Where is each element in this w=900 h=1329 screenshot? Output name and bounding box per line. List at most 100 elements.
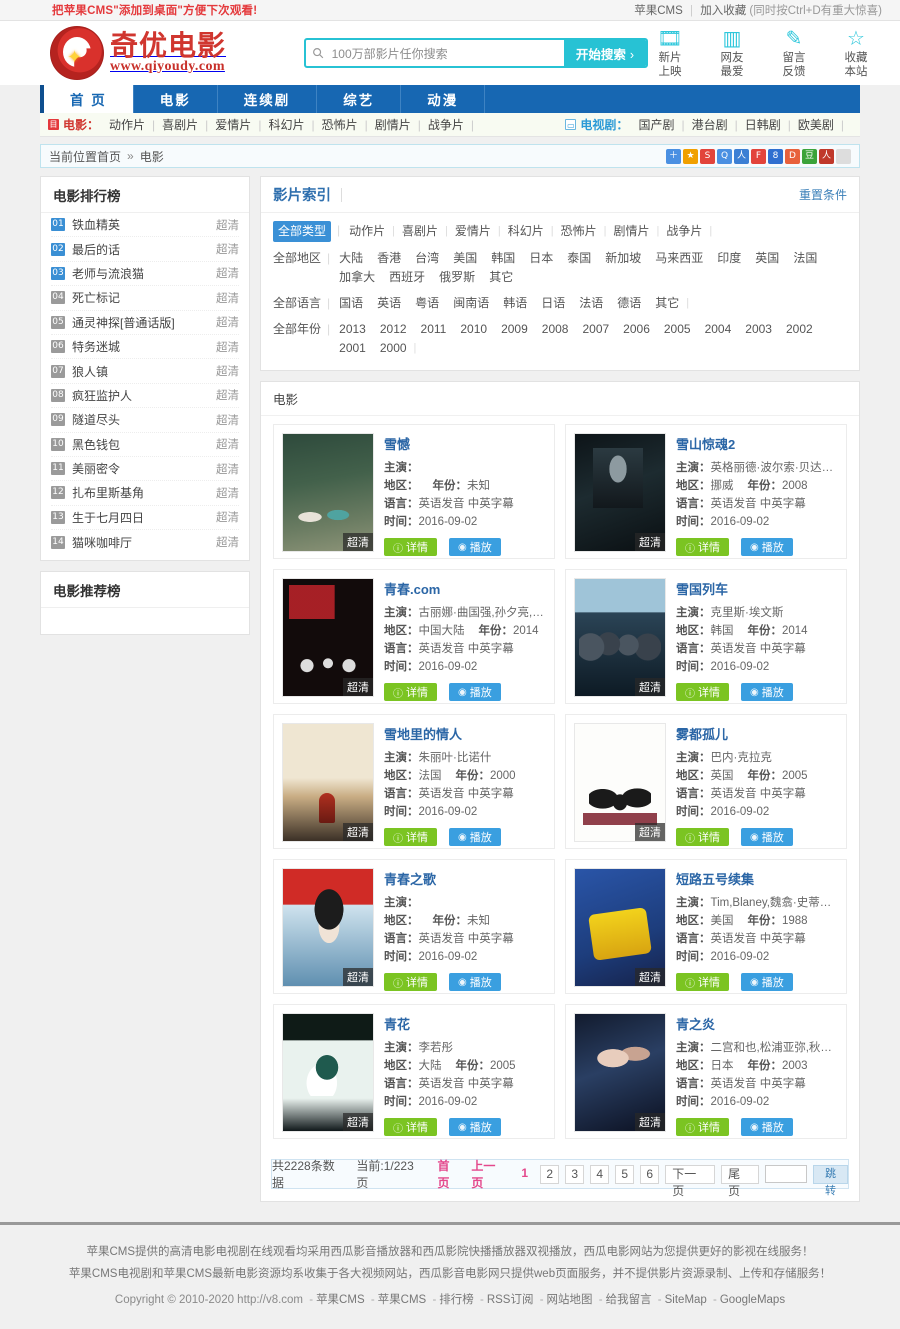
movie-poster[interactable]: 超清 [282, 1013, 374, 1132]
footer-link-googlemaps[interactable]: GoogleMaps [720, 1294, 785, 1306]
filter-year-2001[interactable]: 2001 [332, 339, 373, 358]
rank-item-title[interactable]: 隧道尽头 [72, 411, 120, 428]
breadcrumb-current[interactable]: 电影 [140, 148, 164, 165]
filter-year-2007[interactable]: 2007 [575, 320, 616, 339]
rank-item-title[interactable]: 疯狂监护人 [72, 387, 132, 404]
pagination-jump-input[interactable] [765, 1165, 808, 1183]
brand-link[interactable]: 苹果CMS [634, 5, 683, 17]
rank-item-title[interactable]: 扎布里斯基角 [72, 484, 144, 501]
subnav-movie-action[interactable]: 动作片 [102, 116, 152, 133]
rank-item[interactable]: 10 黑色钱包 超清 [51, 433, 239, 457]
footer-link-rank[interactable]: 排行榜 [439, 1294, 474, 1306]
filter-year-2006[interactable]: 2006 [616, 320, 657, 339]
rank-item-title[interactable]: 特务迷城 [72, 338, 120, 355]
filter-year-2012[interactable]: 2012 [373, 320, 414, 339]
rank-item-title[interactable]: 最后的话 [72, 241, 120, 258]
movie-title[interactable]: 雾都孤儿 [676, 724, 838, 743]
share-renren-icon[interactable]: 人 [734, 148, 749, 164]
movie-title[interactable]: 雪山惊魂2 [676, 434, 838, 453]
detail-button[interactable]: ⓘ 详情 [384, 973, 437, 991]
nav-item-movie[interactable]: 电影 [134, 85, 218, 113]
rank-item[interactable]: 05 通灵神探[普通话版] 超清 [51, 311, 239, 335]
nav-item-series[interactable]: 连续剧 [218, 85, 318, 113]
detail-button[interactable]: ⓘ 详情 [384, 828, 437, 846]
subnav-tv-hktw[interactable]: 港台剧 [685, 116, 735, 133]
movie-poster[interactable]: 超清 [282, 723, 374, 842]
filter-lang-other[interactable]: 其它 [648, 294, 686, 313]
filter-lang-korean[interactable]: 韩语 [496, 294, 534, 313]
pagination-page-2[interactable]: 2 [540, 1164, 560, 1184]
subnav-tv-mainland[interactable]: 国产剧 [631, 116, 681, 133]
movie-card-inner[interactable]: 超清 青之炎 主演：二宫和也,松浦亚弥,秋吉久... 地区：日本 年份：2003 … [565, 1004, 847, 1139]
rank-item[interactable]: 07 狼人镇 超清 [51, 359, 239, 384]
shortcut-feedback[interactable]: ✎ 留言 反馈 [772, 27, 816, 80]
movie-title[interactable]: 青之炎 [676, 1014, 838, 1033]
footer-link-message[interactable]: 给我留言 [606, 1294, 652, 1306]
filter-lang-german[interactable]: 德语 [610, 294, 648, 313]
rank-item-title[interactable]: 通灵神探[普通话版] [72, 314, 175, 331]
movie-poster[interactable]: 超清 [282, 433, 374, 552]
pagination-next[interactable]: 下一页 [665, 1164, 716, 1198]
subnav-movie-horror[interactable]: 恐怖片 [315, 116, 365, 133]
share-sina-icon[interactable]: S [700, 148, 715, 164]
filter-year-2005[interactable]: 2005 [657, 320, 698, 339]
filter-year-2000[interactable]: 2000 [373, 339, 414, 358]
filter-area-spain[interactable]: 西班牙 [382, 268, 432, 287]
share-more-icon[interactable]: 豆 [802, 148, 817, 164]
movie-poster[interactable]: 超清 [574, 433, 666, 552]
subnav-tv-western[interactable]: 欧美剧 [791, 116, 841, 133]
movie-card-inner[interactable]: 超清 雪地里的情人 主演：朱丽叶·比诺什 地区：法国 年份：2000 语言：英语发… [273, 714, 555, 849]
movie-title[interactable]: 青春之歌 [384, 869, 546, 888]
footer-link-sitemap-cn[interactable]: 网站地图 [547, 1294, 593, 1306]
subnav-movie-comedy[interactable]: 喜剧片 [155, 116, 205, 133]
rank-item[interactable]: 03 老师与流浪猫 超清 [51, 262, 239, 287]
movie-poster[interactable]: 超清 [282, 868, 374, 987]
footer-link-cms1[interactable]: 苹果CMS [316, 1294, 365, 1306]
filter-key-year[interactable]: 全部年份 [273, 320, 321, 358]
movie-poster[interactable]: 超清 [574, 578, 666, 697]
detail-button[interactable]: ⓘ 详情 [384, 538, 437, 556]
subnav-movie-romance[interactable]: 爱情片 [208, 116, 258, 133]
play-button[interactable]: ◉ 播放 [741, 828, 793, 846]
pagination-page-4[interactable]: 4 [590, 1164, 610, 1184]
filter-lang-english[interactable]: 英语 [370, 294, 408, 313]
filter-lang-cantonese[interactable]: 粤语 [408, 294, 446, 313]
pagination-prev[interactable]: 上一页 [469, 1157, 509, 1191]
play-button[interactable]: ◉ 播放 [449, 538, 501, 556]
filter-area-canada[interactable]: 加拿大 [332, 268, 382, 287]
subnav-movie-war[interactable]: 战争片 [421, 116, 471, 133]
filter-type-action[interactable]: 动作片 [342, 222, 392, 241]
breadcrumb-home[interactable]: 首页 [97, 148, 121, 165]
play-button[interactable]: ◉ 播放 [741, 683, 793, 701]
filter-type-horror[interactable]: 恐怖片 [554, 222, 604, 241]
filter-year-2011[interactable]: 2011 [414, 320, 454, 339]
pagination-page-5[interactable]: 5 [615, 1164, 635, 1184]
rank-item-title[interactable]: 猫咪咖啡厅 [72, 534, 132, 551]
filter-key-language[interactable]: 全部语言 [273, 294, 321, 313]
movie-title[interactable]: 雪国列车 [676, 579, 838, 598]
rank-item-title[interactable]: 黑色钱包 [72, 436, 120, 453]
detail-button[interactable]: ⓘ 详情 [384, 683, 437, 701]
share-weibo-icon[interactable]: 人 [819, 148, 834, 164]
filter-year-2010[interactable]: 2010 [453, 320, 494, 339]
play-button[interactable]: ◉ 播放 [741, 538, 793, 556]
filter-area-other[interactable]: 其它 [482, 268, 520, 287]
filter-type-scifi[interactable]: 科幻片 [501, 222, 551, 241]
pagination-page-6[interactable]: 6 [640, 1164, 660, 1184]
movie-card-inner[interactable]: 超清 雾都孤儿 主演：巴内·克拉克 地区：英国 年份：2005 语言：英语发音 中… [565, 714, 847, 849]
rank-item-title[interactable]: 老师与流浪猫 [72, 265, 144, 282]
reset-filter-link[interactable]: 重置条件 [799, 186, 847, 203]
filter-year-2009[interactable]: 2009 [494, 320, 535, 339]
play-button[interactable]: ◉ 播放 [449, 1118, 501, 1136]
filter-area-singapore[interactable]: 新加坡 [598, 249, 648, 268]
filter-area-malaysia[interactable]: 马来西亚 [648, 249, 710, 268]
movie-card-inner[interactable]: 超清 青春.com 主演：古丽娜·曲国强,孙夕亮,严萌, 地区：中国大陆 年份：2… [273, 569, 555, 704]
movie-title[interactable]: 青花 [384, 1014, 546, 1033]
filter-year-2003[interactable]: 2003 [738, 320, 779, 339]
share-kaixin-icon[interactable]: F [751, 148, 766, 164]
rank-item[interactable]: 06 特务迷城 超清 [51, 335, 239, 360]
movie-title[interactable]: 短路五号续集 [676, 869, 838, 888]
filter-type-romance[interactable]: 爱情片 [448, 222, 498, 241]
footer-link-rss[interactable]: RSS订阅 [487, 1294, 534, 1306]
rank-item[interactable]: 08 疯狂监护人 超清 [51, 384, 239, 409]
